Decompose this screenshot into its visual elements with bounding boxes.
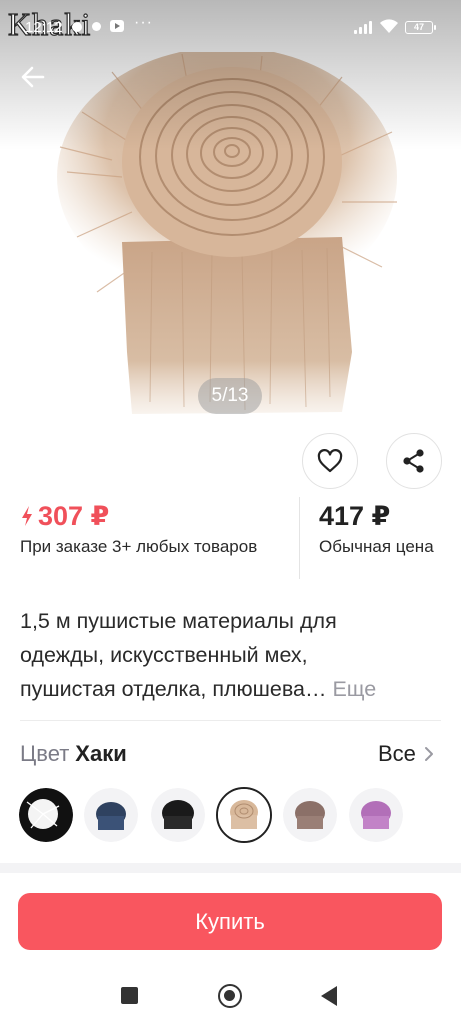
color-selector-label: Цвет Хаки [20,739,127,769]
sale-price-value: 307 ₽ [38,500,110,531]
color-label: Цвет [20,741,70,766]
back-triangle-icon[interactable] [321,986,337,1006]
price-divider [299,497,300,579]
show-more-link[interactable]: Еще [332,677,376,701]
sale-price: 307 ₽ [20,499,109,533]
system-nav-bar [0,968,461,1024]
lightning-icon [22,506,32,526]
product-gallery[interactable]: Khaki 12:12 ··· 47 5/13 [0,0,461,428]
status-time: 12:12 [25,19,63,36]
color-swatch-coffee[interactable] [283,788,337,842]
selected-color-name: Хаки [75,741,127,766]
heart-icon [317,449,343,473]
sale-price-condition: При заказе 3+ любых товаров [20,537,258,556]
buy-button[interactable]: Купить [18,893,442,950]
all-colors-link[interactable]: Все [378,739,434,769]
share-icon [403,449,424,473]
wifi-icon [380,19,398,33]
favorite-button[interactable] [302,433,358,489]
signal-icon [354,20,376,34]
image-counter: 5/13 [198,378,262,414]
more-dots-icon: ··· [134,14,153,31]
youtube-icon [110,20,124,32]
battery-icon: 47 [405,21,436,34]
regular-price-value: 417 ₽ [319,501,391,531]
product-title-line: 1,5 м пушистые материалы для [20,609,337,633]
home-icon[interactable] [218,984,242,1008]
regular-price-label: Обычная цена [319,537,434,556]
product-title-line: одежды, искусственный мех, [20,643,308,667]
product-title[interactable]: 1,5 м пушистые материалы для одежды, иск… [20,604,440,706]
section-divider [0,863,461,873]
divider [20,720,441,721]
recent-apps-icon[interactable] [121,987,138,1004]
notification-dot-icon [72,22,82,32]
arrow-left-icon[interactable] [16,60,50,94]
khaki-fur-thumbnail [218,789,270,841]
all-colors-label: Все [378,741,416,766]
color-swatch-white[interactable] [19,788,73,842]
battery-level: 47 [413,22,424,32]
product-title-line: пушистая отделка, плюшева… [20,677,327,701]
status-bar: Khaki 12:12 ··· 47 [0,0,461,56]
notification-dot-icon [92,22,101,31]
chevron-right-icon [424,747,433,761]
color-swatch-khaki[interactable] [216,787,272,843]
color-swatch-navy[interactable] [84,788,138,842]
color-swatch-black[interactable] [151,788,205,842]
color-swatch-purple[interactable] [349,788,403,842]
share-button[interactable] [386,433,442,489]
